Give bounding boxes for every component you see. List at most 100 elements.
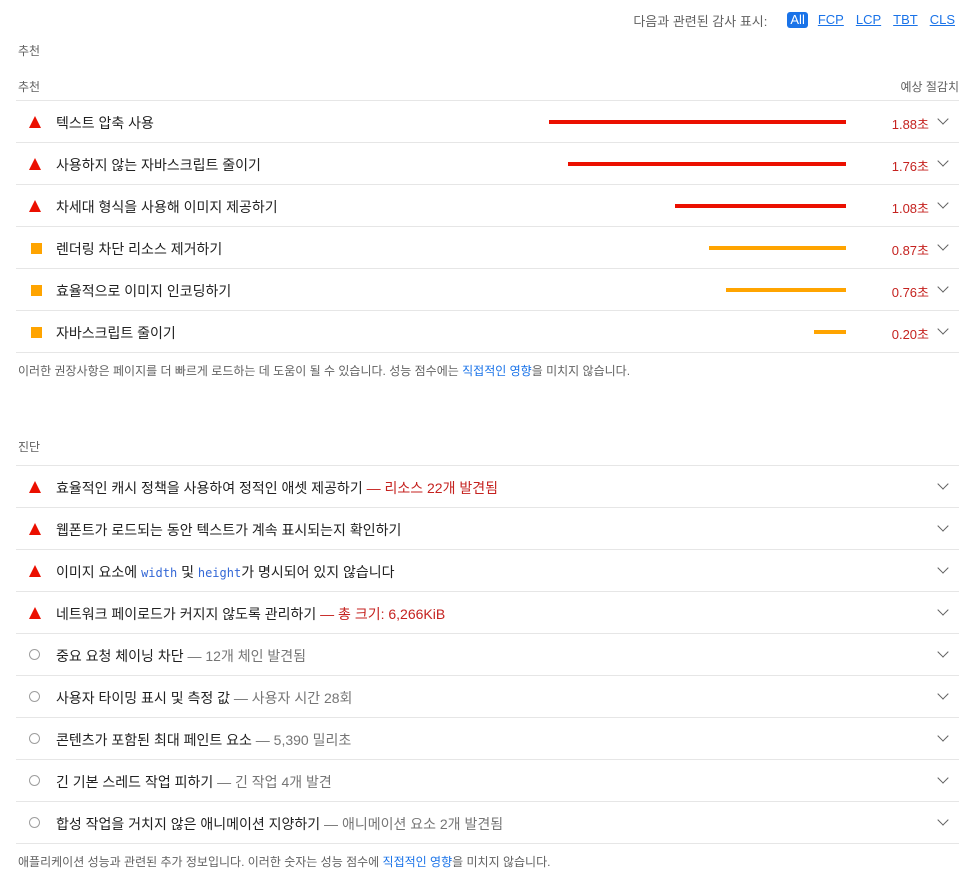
chevron-down-icon[interactable]	[937, 562, 949, 574]
diagnostic-title-text: 중요 요청 체이닝 차단	[56, 648, 184, 664]
diagnostic-row[interactable]: 긴 기본 스레드 작업 피하기 — 긴 작업 4개 발견	[16, 760, 959, 802]
chevron-down-icon[interactable]	[937, 113, 949, 125]
direct-impact-link[interactable]: 직접적인 영향	[462, 364, 532, 378]
chevron-down-icon[interactable]	[937, 478, 949, 490]
diagnostics-note: 애플리케이션 성능과 관련된 추가 정보입니다. 이러한 숫자는 성능 점수에 …	[18, 853, 550, 870]
chevron-down-icon[interactable]	[937, 520, 949, 532]
opportunities-list: 텍스트 압축 사용 1.88초 사용하지 않는 자바스크립트 줄이기 1.76초…	[16, 100, 959, 353]
filter-label: 다음과 관련된 감사 표시:	[633, 13, 768, 29]
savings-bar	[726, 288, 846, 292]
opportunity-row[interactable]: 텍스트 압축 사용 1.88초	[16, 101, 959, 143]
opportunity-title: 사용하지 않는 자바스크립트 줄이기	[56, 157, 261, 173]
diagnostic-title-text: 콘텐츠가 포함된 최대 페인트 요소	[56, 732, 252, 748]
savings-value: 1.76초	[891, 159, 929, 174]
average-square-icon	[29, 325, 43, 339]
chevron-down-icon[interactable]	[937, 730, 949, 742]
filter-chip-fcp[interactable]: FCP	[816, 12, 846, 28]
diagnostic-row[interactable]: 이미지 요소에 width 및 height가 명시되어 있지 않습니다	[16, 550, 959, 592]
diagnostic-title-text: 네트워크 페이로드가 커지지 않도록 관리하기	[56, 606, 317, 622]
chevron-down-icon[interactable]	[937, 604, 949, 616]
opportunity-title: 효율적으로 이미지 인코딩하기	[56, 283, 232, 299]
diagnostic-title-text: 사용자 타이밍 표시 및 측정 값	[56, 690, 231, 706]
savings-bar	[568, 162, 846, 166]
diagnostic-row[interactable]: 합성 작업을 거치지 않은 애니메이션 지양하기 — 애니메이션 요소 2개 발…	[16, 802, 959, 844]
info-circle-icon	[29, 690, 43, 704]
chevron-down-icon[interactable]	[937, 197, 949, 209]
direct-impact-link[interactable]: 직접적인 영향	[383, 855, 453, 869]
info-circle-icon	[29, 816, 43, 830]
diagnostics-section-title: 진단	[18, 440, 41, 454]
chevron-down-icon[interactable]	[937, 688, 949, 700]
opportunity-row[interactable]: 효율적으로 이미지 인코딩하기 0.76초	[16, 269, 959, 311]
diagnostic-summary: — 총 크기: 6,266KiB	[316, 606, 446, 622]
chevron-down-icon[interactable]	[937, 323, 949, 335]
fail-triangle-icon	[29, 115, 43, 129]
chevron-down-icon[interactable]	[937, 772, 949, 784]
fail-triangle-icon	[29, 522, 43, 536]
chevron-down-icon[interactable]	[937, 646, 949, 658]
savings-value: 0.87초	[891, 243, 929, 258]
info-circle-icon	[29, 774, 43, 788]
opportunity-column-label: 추천	[18, 80, 41, 94]
diagnostic-row[interactable]: 콘텐츠가 포함된 최대 페인트 요소 — 5,390 밀리초	[16, 718, 959, 760]
diagnostic-summary: — 사용자 시간 28회	[230, 690, 353, 706]
diagnostic-title-text: 합성 작업을 거치지 않은 애니메이션 지양하기	[56, 816, 321, 832]
audit-filter-bar: 다음과 관련된 감사 표시: All FCP LCP TBT CLS	[633, 10, 957, 30]
diagnostic-title-text: 및	[177, 564, 198, 580]
savings-bar	[709, 246, 846, 250]
diagnostic-summary: — 12개 체인 발견됨	[183, 648, 307, 664]
diagnostic-title: 효율적인 캐시 정책을 사용하여 정적인 애셋 제공하기 — 리소스 22개 발…	[56, 478, 498, 498]
diagnostic-summary: — 긴 작업 4개 발견	[213, 774, 332, 790]
average-square-icon	[29, 283, 43, 297]
diagnostic-title: 중요 요청 체이닝 차단 — 12개 체인 발견됨	[56, 646, 306, 666]
diagnostic-title: 웹폰트가 로드되는 동안 텍스트가 계속 표시되는지 확인하기	[56, 522, 402, 538]
diagnostic-summary: — 5,390 밀리초	[251, 732, 352, 748]
savings-value: 1.08초	[891, 201, 929, 216]
opportunity-title: 텍스트 압축 사용	[56, 115, 154, 131]
opportunity-row[interactable]: 렌더링 차단 리소스 제거하기 0.87초	[16, 227, 959, 269]
diagnostic-summary: — 리소스 22개 발견됨	[362, 480, 498, 496]
opportunity-row[interactable]: 차세대 형식을 사용해 이미지 제공하기 1.08초	[16, 185, 959, 227]
diagnostic-title-text: 효율적인 캐시 정책을 사용하여 정적인 애셋 제공하기	[56, 480, 363, 496]
filter-chip-cls[interactable]: CLS	[928, 12, 957, 28]
fail-triangle-icon	[29, 157, 43, 171]
savings-bar	[814, 330, 846, 334]
chevron-down-icon[interactable]	[937, 281, 949, 293]
chevron-down-icon[interactable]	[937, 239, 949, 251]
diagnostic-title: 이미지 요소에 width 및 height가 명시되어 있지 않습니다	[56, 562, 395, 582]
chevron-down-icon[interactable]	[937, 814, 949, 826]
diagnostic-summary: — 애니메이션 요소 2개 발견됨	[320, 816, 504, 832]
diagnostic-row[interactable]: 효율적인 캐시 정책을 사용하여 정적인 애셋 제공하기 — 리소스 22개 발…	[16, 466, 959, 508]
estimated-savings-column-label: 예상 절감치	[900, 80, 959, 94]
average-square-icon	[29, 241, 43, 255]
code-height: height	[197, 566, 242, 580]
diagnostic-title: 콘텐츠가 포함된 최대 페인트 요소 — 5,390 밀리초	[56, 730, 351, 750]
opportunity-row[interactable]: 사용하지 않는 자바스크립트 줄이기 1.76초	[16, 143, 959, 185]
diagnostic-row[interactable]: 네트워크 페이로드가 커지지 않도록 관리하기 — 총 크기: 6,266KiB	[16, 592, 959, 634]
opportunity-title: 자바스크립트 줄이기	[56, 325, 176, 341]
note-text: 이러한 권장사항은 페이지를 더 빠르게 로드하는 데 도움이 될 수 있습니다…	[18, 364, 463, 378]
diagnostic-title-text: 긴 기본 스레드 작업 피하기	[56, 774, 214, 790]
opportunity-title: 차세대 형식을 사용해 이미지 제공하기	[56, 199, 278, 215]
filter-chip-tbt[interactable]: TBT	[891, 12, 920, 28]
savings-value: 0.20초	[891, 327, 929, 342]
diagnostics-list: 효율적인 캐시 정책을 사용하여 정적인 애셋 제공하기 — 리소스 22개 발…	[16, 465, 959, 844]
diagnostic-row[interactable]: 사용자 타이밍 표시 및 측정 값 — 사용자 시간 28회	[16, 676, 959, 718]
diagnostic-title: 합성 작업을 거치지 않은 애니메이션 지양하기 — 애니메이션 요소 2개 발…	[56, 814, 503, 834]
fail-triangle-icon	[29, 564, 43, 578]
code-width: width	[141, 566, 178, 580]
opportunity-title: 렌더링 차단 리소스 제거하기	[56, 241, 223, 257]
diagnostic-row[interactable]: 웹폰트가 로드되는 동안 텍스트가 계속 표시되는지 확인하기	[16, 508, 959, 550]
note-text: 을 미치지 않습니다.	[452, 855, 551, 869]
filter-chip-lcp[interactable]: LCP	[854, 12, 883, 28]
savings-value: 1.88초	[891, 117, 929, 132]
fail-triangle-icon	[29, 480, 43, 494]
note-text: 애플리케이션 성능과 관련된 추가 정보입니다. 이러한 숫자는 성능 점수에	[18, 855, 383, 869]
opportunity-row[interactable]: 자바스크립트 줄이기 0.20초	[16, 311, 959, 353]
chevron-down-icon[interactable]	[937, 155, 949, 167]
filter-chip-all[interactable]: All	[787, 12, 808, 28]
diagnostic-row[interactable]: 중요 요청 체이닝 차단 — 12개 체인 발견됨	[16, 634, 959, 676]
diagnostic-title: 네트워크 페이로드가 커지지 않도록 관리하기 — 총 크기: 6,266KiB	[56, 604, 445, 624]
diagnostic-title-text: 가 명시되어 있지 않습니다	[241, 564, 395, 580]
fail-triangle-icon	[29, 199, 43, 213]
